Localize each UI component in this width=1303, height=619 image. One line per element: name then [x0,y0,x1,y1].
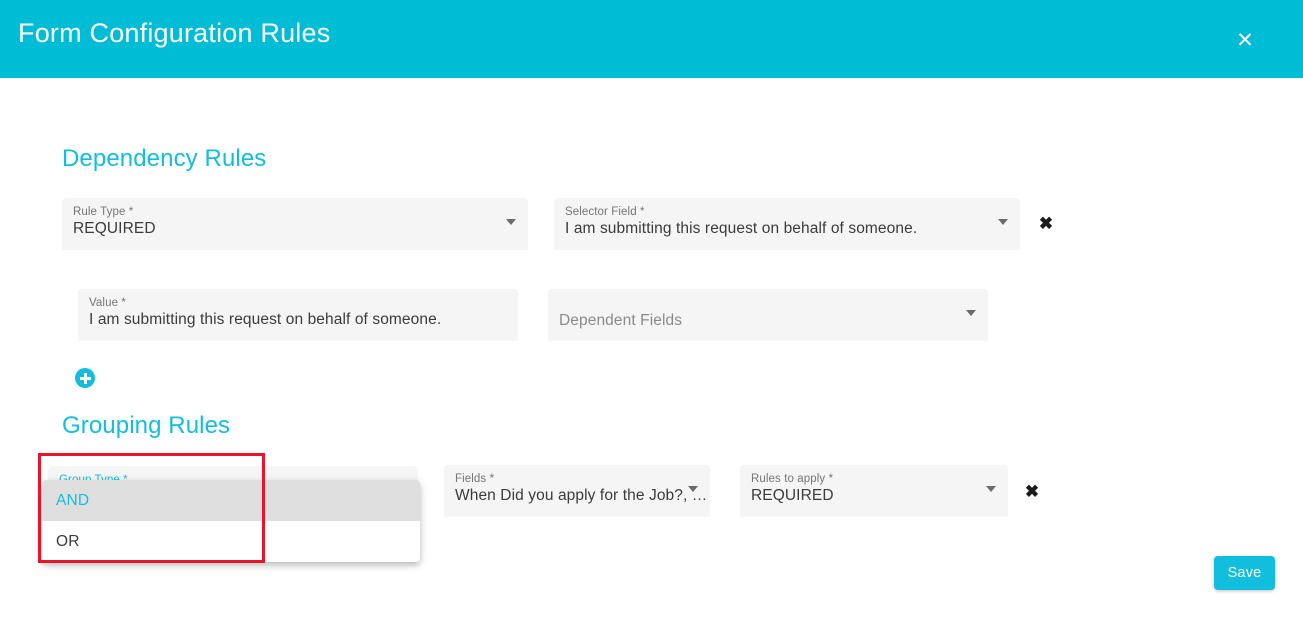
rules-to-apply-label: Rules to apply * [751,473,834,485]
selector-field-select[interactable]: Selector Field * I am submitting this re… [554,198,1020,250]
fields-value: When Did you apply for the Job?, … [455,487,708,504]
chevron-down-icon[interactable] [688,486,698,492]
form-configuration-rules-dialog: Form Configuration Rules ✕ Dependency Ru… [0,0,1303,619]
section-title-grouping-rules: Grouping Rules [62,412,231,439]
remove-grouping-rule-button[interactable]: ✖ [1021,480,1043,502]
dependent-fields-select[interactable]: Dependent Fields [548,289,988,341]
dropdown-option-or[interactable]: OR [42,521,420,562]
chevron-down-icon[interactable] [506,219,516,225]
selector-field-value: I am submitting this request on behalf o… [565,220,918,237]
dialog-body: Dependency Rules Rule Type * REQUIRED Se… [0,78,1303,619]
dropdown-option-and[interactable]: AND [42,480,420,521]
rule-type-label: Rule Type * [73,206,134,218]
fields-select[interactable]: Fields * When Did you apply for the Job?… [444,465,710,517]
chevron-down-icon[interactable] [998,219,1008,225]
scrollbar-track[interactable] [1289,78,1299,619]
dialog-header: Form Configuration Rules ✕ [0,0,1303,78]
rules-to-apply-value: REQUIRED [751,487,834,504]
selector-field-label: Selector Field * [565,206,645,218]
remove-dependency-rule-button[interactable]: ✖ [1035,212,1057,234]
group-type-dropdown-panel: AND OR [42,480,420,562]
rules-to-apply-select[interactable]: Rules to apply * REQUIRED [740,465,1008,517]
value-label: Value * [89,297,126,309]
section-title-dependency-rules: Dependency Rules [62,145,267,172]
value-field[interactable]: Value * I am submitting this request on … [78,289,518,341]
fields-label: Fields * [455,473,495,485]
page-title: Form Configuration Rules [18,18,331,48]
add-dependency-rule-button[interactable] [75,368,95,388]
chevron-down-icon[interactable] [966,310,976,316]
close-icon[interactable]: ✕ [1228,23,1262,57]
save-button[interactable]: Save [1214,556,1275,590]
value-input[interactable]: I am submitting this request on behalf o… [89,311,441,329]
rule-type-value: REQUIRED [73,220,156,237]
dependent-fields-placeholder: Dependent Fields [559,312,683,329]
chevron-down-icon[interactable] [986,486,996,492]
rule-type-select[interactable]: Rule Type * REQUIRED [62,198,528,250]
